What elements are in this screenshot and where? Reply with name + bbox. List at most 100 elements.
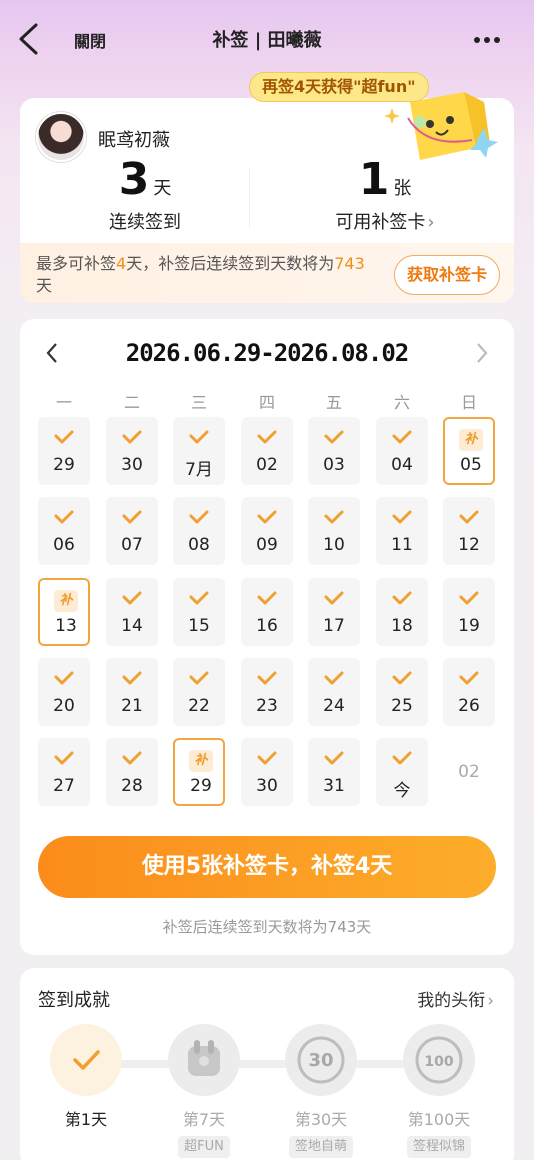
day-number: 22 <box>188 696 210 716</box>
achievement-badge[interactable]: 第1天 <box>46 1024 126 1130</box>
calendar-day[interactable]: 今 <box>376 738 428 806</box>
calendar-day[interactable]: 20 <box>38 658 90 726</box>
check-icon <box>53 509 75 525</box>
chevron-right-icon: › <box>427 212 435 233</box>
day-number: 15 <box>188 616 210 636</box>
calendar-day[interactable]: 28 <box>106 738 158 806</box>
calendar-day[interactable]: 29 <box>38 417 90 485</box>
header-bar: 關閉 补签 | 田曦薇 <box>0 0 534 78</box>
calendar-day[interactable]: 10 <box>308 497 360 565</box>
calendar-day: 02 <box>443 738 495 806</box>
use-makeup-cards-button[interactable]: 使用5张补签卡，补签4天 <box>38 836 496 898</box>
day-number: 29 <box>53 455 75 475</box>
day-number: 23 <box>256 696 278 716</box>
makeup-day-cell[interactable]: 补 05 <box>443 417 495 485</box>
check-icon <box>121 590 143 606</box>
day-number: 12 <box>458 535 480 555</box>
date-range: 2026.06.29-2026.08.02 <box>125 339 409 367</box>
calendar-day[interactable]: 18 <box>376 578 428 646</box>
calendar-day[interactable]: 04 <box>376 417 428 485</box>
check-icon <box>323 429 345 445</box>
calendar-day[interactable]: 21 <box>106 658 158 726</box>
calendar-day[interactable]: 09 <box>241 497 293 565</box>
calendar-day[interactable]: 27 <box>38 738 90 806</box>
calendar-day[interactable]: 07 <box>106 497 158 565</box>
calendar-day[interactable]: 08 <box>173 497 225 565</box>
makeup-tag: 补 <box>459 429 483 451</box>
check-icon <box>53 670 75 686</box>
calendar-day[interactable]: 22 <box>173 658 225 726</box>
promo-bubble: 再签4天获得"超fun" <box>249 72 429 102</box>
calendar-day[interactable]: 16 <box>241 578 293 646</box>
svg-text:30: 30 <box>308 1050 333 1071</box>
calendar-day[interactable]: 06 <box>38 497 90 565</box>
my-titles-link[interactable]: 我的头衔 › <box>417 986 494 1011</box>
day-number: 27 <box>53 776 75 796</box>
calendar-day[interactable]: 12 <box>443 497 495 565</box>
check-icon <box>256 429 278 445</box>
calendar-day[interactable]: 14 <box>106 578 158 646</box>
achievement-badge[interactable]: 第7天 超FUN <box>164 1024 244 1158</box>
weekday-label: 二 <box>123 393 140 412</box>
day-number: 07 <box>121 535 143 555</box>
calendar-day[interactable]: 30 <box>106 417 158 485</box>
get-makeup-card-button[interactable]: 获取补签卡 <box>393 255 500 295</box>
calendar-day[interactable]: 25 <box>376 658 428 726</box>
check-icon <box>323 509 345 525</box>
calendar-day[interactable]: 23 <box>241 658 293 726</box>
makeup-day-cell[interactable]: 补 13 <box>38 578 90 646</box>
badge-day-label: 第1天 <box>64 1110 108 1129</box>
day-number: 17 <box>323 616 345 636</box>
calendar-day[interactable]: 7月 <box>173 417 225 485</box>
check-icon <box>391 670 413 686</box>
day-number: 16 <box>256 616 278 636</box>
achievement-badge[interactable]: 30 第30天 签地自萌 <box>281 1024 361 1158</box>
check-icon <box>391 590 413 606</box>
day-number: 08 <box>188 535 210 555</box>
check-icon <box>323 750 345 766</box>
check-icon <box>323 590 345 606</box>
calendar-day[interactable]: 31 <box>308 738 360 806</box>
day-number: 7月 <box>185 460 213 480</box>
makeup-tag: 补 <box>54 590 78 612</box>
cards-unit: 张 <box>393 178 412 199</box>
check-icon <box>391 750 413 766</box>
day-number: 13 <box>55 616 77 636</box>
progress-track <box>90 1060 450 1068</box>
day-number: 29 <box>190 776 212 796</box>
calendar-day[interactable]: 03 <box>308 417 360 485</box>
check-icon <box>188 670 210 686</box>
makeup-day-cell[interactable]: 补 29 <box>173 738 225 806</box>
badge-day-label: 第100天 <box>407 1110 471 1129</box>
chevron-right-icon: › <box>487 991 494 1011</box>
calendar-day[interactable]: 11 <box>376 497 428 565</box>
hand-badge-icon <box>168 1024 240 1096</box>
30-days-badge-icon: 30 <box>285 1024 357 1096</box>
check-icon <box>256 590 278 606</box>
calendar-day[interactable]: 30 <box>241 738 293 806</box>
check-icon <box>121 750 143 766</box>
calendar-day[interactable]: 19 <box>443 578 495 646</box>
more-options-icon[interactable] <box>474 28 510 48</box>
calendar-day[interactable]: 02 <box>241 417 293 485</box>
check-icon <box>50 1024 122 1096</box>
achievement-badge[interactable]: 100 第100天 签程似锦 <box>399 1024 479 1158</box>
check-icon <box>391 429 413 445</box>
check-icon <box>391 509 413 525</box>
weekday-label: 日 <box>460 393 477 412</box>
day-number: 25 <box>391 696 413 716</box>
check-icon <box>188 509 210 525</box>
cards-label: 可用补签卡 <box>335 212 426 233</box>
calendar-day[interactable]: 15 <box>173 578 225 646</box>
next-range-icon[interactable] <box>474 341 490 365</box>
check-icon <box>256 509 278 525</box>
check-icon <box>256 670 278 686</box>
weekday-label: 五 <box>325 393 342 412</box>
calendar-day[interactable]: 24 <box>308 658 360 726</box>
weekday-label: 一 <box>55 393 72 412</box>
check-icon <box>256 750 278 766</box>
day-number: 30 <box>256 776 278 796</box>
calendar-day[interactable]: 17 <box>308 578 360 646</box>
makeup-hint: 补签后连续签到天数将为743天 <box>162 918 372 936</box>
calendar-day[interactable]: 26 <box>443 658 495 726</box>
